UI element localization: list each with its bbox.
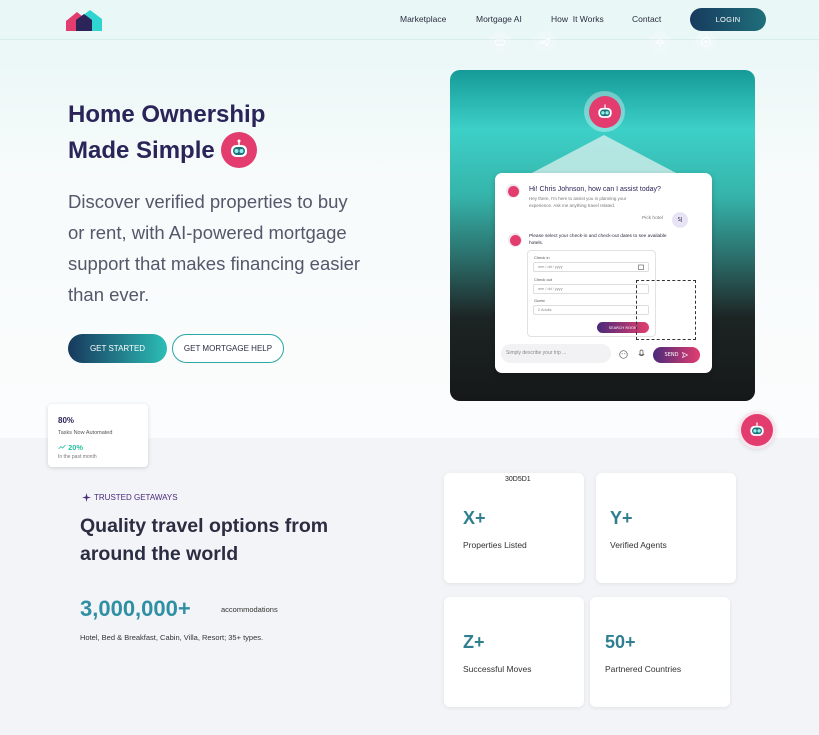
chat-greeting: Hi! Chris Johnson, how can I assist toda… [529, 186, 661, 193]
stat-percent: 80% [58, 416, 75, 425]
accommodations-count: 3,000,000+ [80, 596, 191, 621]
stat-card-moves: Z+ Successful Moves [444, 597, 584, 707]
calendar-icon[interactable] [638, 264, 644, 270]
check-out-label: Check out [534, 277, 553, 282]
accommodation-types: Hotel, Bed & Breakfast, Cabin, Villa, Re… [80, 633, 264, 642]
cloud-umbrella-icon[interactable] [649, 31, 671, 53]
top-navbar: Marketplace Mortgage AI How It Works Con… [0, 0, 819, 40]
hero-description: Discover verified properties to buy or r… [68, 191, 361, 305]
chat-input[interactable]: Simply describe your trip ... [501, 344, 611, 363]
card-value: X+ [463, 508, 486, 528]
hero-title: Home Ownership Made Simple [68, 97, 388, 168]
card-value: Y+ [610, 508, 633, 528]
user-message: Pick hotel [642, 216, 663, 221]
color-code-label: 30D5D1 [505, 476, 531, 483]
section-title: Quality travel options from around the w… [80, 515, 329, 565]
chat-select-dates: Please select your check-in and check-ou… [529, 234, 667, 246]
card-value: 50+ [605, 632, 636, 652]
nav-link-marketplace[interactable]: Marketplace [400, 14, 446, 24]
emoji-icon[interactable] [619, 350, 628, 359]
selection-box [636, 280, 696, 340]
user-avatar: SJ [672, 212, 688, 228]
nav-link-how-it-works[interactable]: How It Works [551, 14, 604, 24]
robot-icon [507, 185, 519, 197]
check-in-field[interactable]: mm / dd / yyyy [533, 262, 649, 272]
stat-caption: Tasks Now Automated [58, 430, 113, 436]
hero-title-line2-row: Made Simple [68, 132, 388, 168]
robot-icon [220, 132, 257, 168]
stat-trend-caption: In the past month [58, 454, 97, 460]
get-mortgage-help-button[interactable]: GET MORTGAGE HELP [172, 334, 284, 363]
card-label: Partnered Countries [605, 664, 682, 674]
robot-icon [588, 95, 621, 128]
assistant-avatar [506, 184, 520, 198]
stat-card-countries: 50+ Partnered Countries [590, 597, 730, 707]
send-label: SEND [664, 352, 679, 358]
login-button[interactable]: LOGIN [690, 8, 766, 31]
nav-link-mortgage-ai[interactable]: Mortgage AI [476, 14, 522, 24]
check-out-field[interactable]: mm / dd / yyyy [533, 284, 649, 294]
chat-subtext: Hey there, I'm here to assist you in pla… [529, 196, 627, 208]
robot-icon [741, 414, 773, 446]
trusted-eyebrow: TRUSTED GETAWAYS [82, 493, 178, 502]
card-label: Properties Listed [463, 540, 527, 550]
assistant-avatar [508, 233, 522, 247]
stat-card-properties: X+ Properties Listed [444, 473, 584, 583]
hero-title-line2: Made Simple [68, 136, 215, 164]
center-robot-icon[interactable] [584, 91, 625, 132]
stat-trend-value: 20% [68, 443, 84, 452]
chatbot-launcher[interactable] [738, 411, 776, 449]
automation-stat-card: 80% Tasks Now Automated 20% In the past … [48, 404, 148, 467]
card-value: Z+ [463, 632, 485, 652]
card-label: Verified Agents [610, 540, 667, 550]
guest-field[interactable]: 2 Adults [533, 305, 649, 315]
microphone-icon[interactable] [637, 349, 646, 359]
robot-icon [509, 234, 521, 246]
stat-trend: 20% [58, 443, 83, 452]
car-icon[interactable] [489, 31, 511, 53]
nav-link-contact[interactable]: Contact [632, 14, 661, 24]
send-button[interactable]: SEND [653, 347, 700, 363]
hero-title-line1: Home Ownership [68, 101, 266, 128]
guest-label: Guest [534, 298, 545, 303]
trend-up-icon [58, 444, 66, 450]
plus-icon[interactable] [695, 31, 717, 53]
get-started-button[interactable]: GET STARTED [68, 334, 167, 363]
check-in-label: Check in [534, 255, 550, 260]
sparkle-icon [82, 493, 91, 502]
stat-card-agents: Y+ Verified Agents [596, 473, 736, 583]
house-logo-icon[interactable] [66, 9, 108, 33]
card-label: Successful Moves [463, 664, 532, 674]
send-icon [682, 352, 689, 358]
accommodations-unit: accommodations [221, 605, 278, 614]
plane-icon[interactable] [534, 31, 556, 53]
eyebrow-label: TRUSTED GETAWAYS [94, 493, 178, 502]
